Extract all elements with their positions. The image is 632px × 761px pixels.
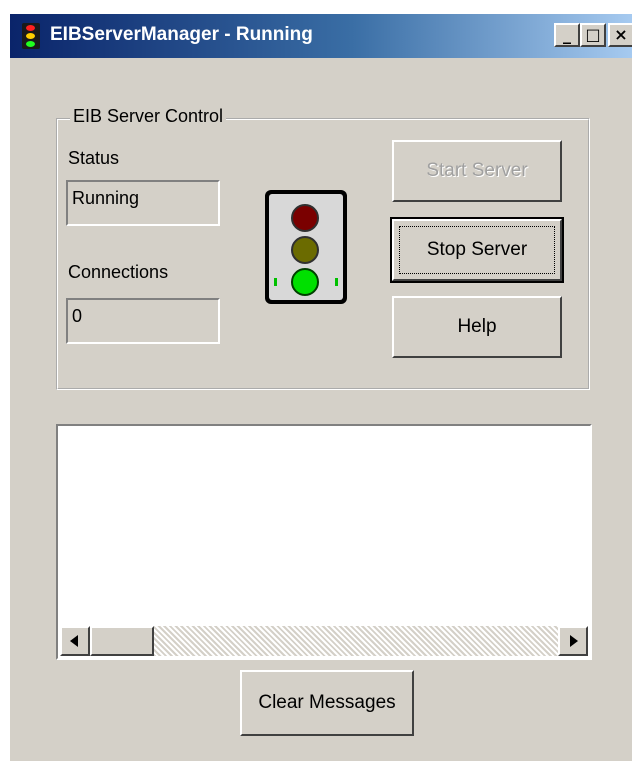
arrow-right-icon xyxy=(570,635,578,647)
yellow-light xyxy=(291,236,319,264)
close-button[interactable]: × xyxy=(608,23,632,47)
connections-label: Connections xyxy=(68,262,169,282)
title-bar[interactable]: EIBServerManager - Running _ □ × xyxy=(10,14,632,58)
green-light-tick-right xyxy=(335,278,338,286)
red-light xyxy=(291,204,319,232)
focus-rectangle xyxy=(399,226,555,274)
minimize-icon: _ xyxy=(563,25,571,44)
scroll-left-button[interactable] xyxy=(60,626,90,656)
help-button[interactable]: Help xyxy=(392,296,562,358)
traffic-light-icon xyxy=(265,190,347,304)
status-field: Running xyxy=(66,180,220,226)
scroll-right-button[interactable] xyxy=(558,626,588,656)
maximize-button[interactable]: □ xyxy=(580,23,606,47)
main-window: EIBServerManager - Running _ □ × EIB Ser… xyxy=(8,12,632,761)
clear-messages-button[interactable]: Clear Messages xyxy=(240,670,414,736)
minimize-button[interactable]: _ xyxy=(554,23,580,47)
stop-server-button[interactable]: Stop Server xyxy=(390,217,564,283)
start-server-button[interactable]: Start Server xyxy=(392,140,562,202)
green-light-tick-left xyxy=(274,278,277,286)
message-list[interactable] xyxy=(56,424,592,660)
window-title: EIBServerManager - Running xyxy=(50,24,313,45)
green-light xyxy=(291,268,319,296)
status-label: Status xyxy=(68,148,120,168)
server-control-group-label: EIB Server Control xyxy=(70,106,227,127)
maximize-icon: □ xyxy=(585,25,601,44)
arrow-left-icon xyxy=(70,635,78,647)
horizontal-scrollbar[interactable] xyxy=(60,626,588,656)
close-icon: × xyxy=(614,25,628,44)
traffic-light-app-icon xyxy=(22,23,40,49)
connections-field: 0 xyxy=(66,298,220,344)
scrollbar-thumb[interactable] xyxy=(90,626,154,656)
